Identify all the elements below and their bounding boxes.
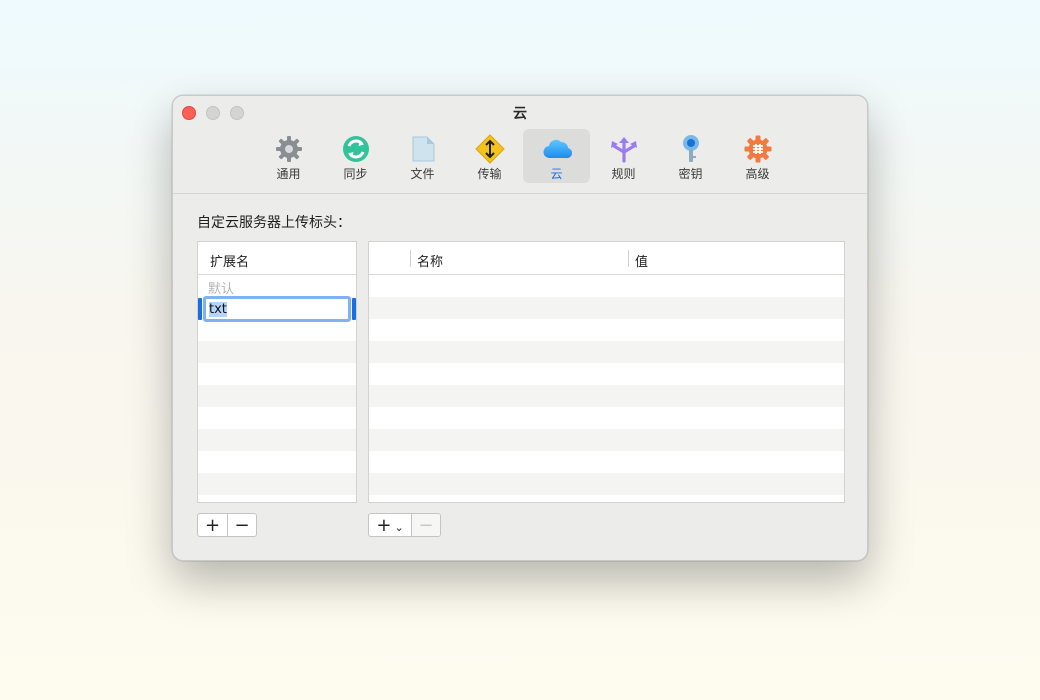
tab-label: 文件: [410, 167, 435, 181]
window-title: 云: [513, 106, 527, 122]
advanced-gear-icon: [744, 135, 771, 163]
cloud-icon: [543, 139, 572, 159]
extension-header-label: 扩展名: [210, 255, 250, 270]
sync-icon: [342, 136, 369, 162]
preferences-toolbar: 通用 同步 文件 传输 云 规则 密钥 高级: [255, 129, 791, 183]
add-extension-button[interactable]: +: [198, 514, 227, 536]
editing-row[interactable]: [198, 296, 356, 322]
tab-cloud[interactable]: 云: [523, 129, 590, 183]
tab-rules[interactable]: 规则: [590, 129, 657, 183]
tab-label: 通用: [276, 167, 301, 181]
tab-sync[interactable]: 同步: [322, 129, 389, 183]
tab-keys[interactable]: 密钥: [657, 129, 724, 183]
tab-label: 高级: [745, 167, 770, 181]
file-icon: [412, 136, 434, 162]
headers-table[interactable]: 名称 值: [368, 241, 845, 503]
tab-label: 密钥: [678, 167, 703, 181]
extension-list[interactable]: 扩展名 默认: [197, 241, 357, 503]
section-label: 自定云服务器上传标头：: [197, 215, 351, 231]
preferences-window: 云 通用 同步 文件 传输 云 规则 密钥 高级 自定云服务器上传标头： 扩展名…: [172, 95, 868, 561]
column-header-name[interactable]: 名称: [417, 251, 443, 270]
extension-column-header[interactable]: 扩展名: [198, 242, 356, 275]
extension-rows: 默认: [198, 275, 356, 502]
remove-header-button[interactable]: −: [411, 514, 440, 536]
tab-label: 规则: [611, 167, 636, 181]
tab-label: 云: [550, 167, 563, 181]
transfer-icon: [474, 134, 505, 164]
add-header-button[interactable]: + ⌄: [369, 514, 411, 536]
headers-rows: [369, 275, 844, 502]
remove-extension-button[interactable]: −: [227, 514, 256, 536]
chevron-down-icon: ⌄: [394, 520, 404, 534]
key-icon: [682, 135, 699, 162]
extension-button-group: + −: [197, 513, 257, 537]
selection-bar-right: [352, 298, 356, 320]
column-separator[interactable]: [628, 250, 629, 267]
column-header-value[interactable]: 值: [635, 251, 648, 270]
column-separator[interactable]: [410, 250, 411, 267]
tab-advanced[interactable]: 高级: [724, 129, 791, 183]
add-header-plus: +: [376, 514, 392, 536]
tab-label: 同步: [343, 167, 368, 181]
tab-general[interactable]: 通用: [255, 129, 322, 183]
tab-label: 传输: [477, 167, 502, 181]
tab-files[interactable]: 文件: [389, 129, 456, 183]
tab-transfer[interactable]: 传输: [456, 129, 523, 183]
rules-icon: [610, 137, 637, 163]
extension-edit-input[interactable]: [203, 296, 351, 322]
selection-bar-left: [198, 298, 202, 320]
gear-icon: [275, 136, 302, 162]
titlebar: 云 通用 同步 文件 传输 云 规则 密钥 高级: [173, 96, 867, 194]
list-item-default[interactable]: 默认: [208, 278, 234, 297]
headers-column-header: 名称 值: [369, 242, 844, 275]
header-button-group: + ⌄ −: [368, 513, 441, 537]
